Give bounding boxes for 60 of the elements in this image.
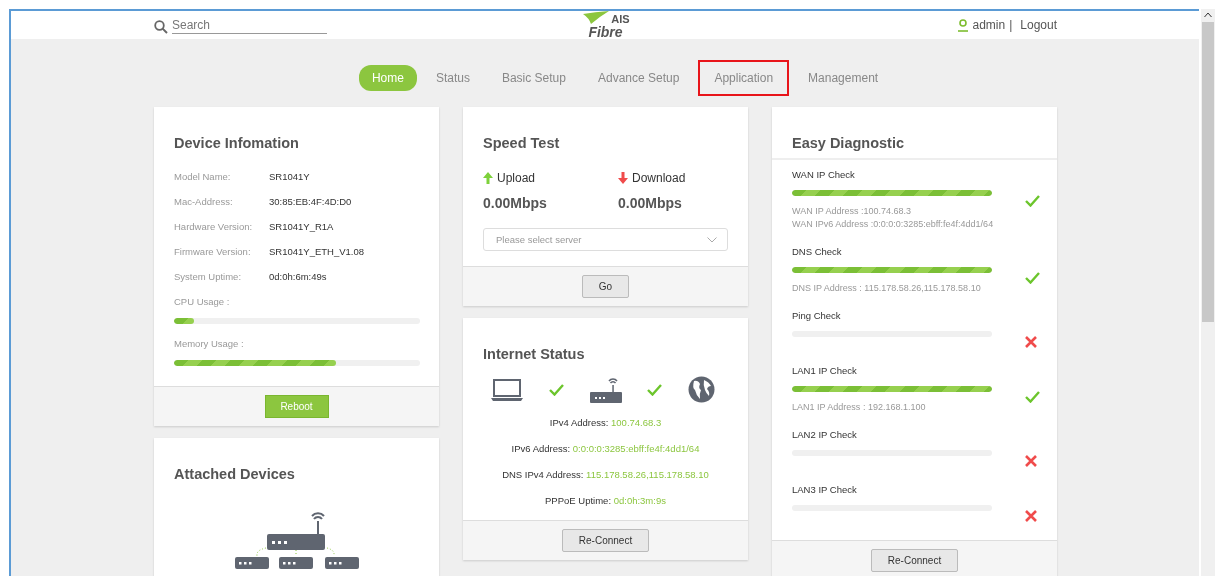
nav-tab[interactable]: Home [358,65,417,91]
download-label: Download [632,171,686,185]
card-title: Internet Status [482,345,586,364]
download-value: 0.00Mbps [618,195,683,211]
reconnect-button[interactable]: Re-Connect [870,549,959,572]
search-icon [154,19,168,34]
card-title: Speed Test [482,134,561,153]
laptop-icon [491,378,523,401]
chevron-down-icon [707,236,717,243]
field-label: Hardware Version: [174,221,254,232]
upload-label: Upload [497,171,536,185]
check-label: DNS Check [792,246,843,257]
status-line: IPv4 Address: 100.74.68.3 [549,417,662,428]
nav-tab[interactable]: Basic Setup [488,65,579,91]
separator: | [1009,18,1013,32]
go-button[interactable]: Go [581,275,630,298]
reconnect-button[interactable]: Re-Connect [561,529,650,552]
field-label: Firmware Version: [174,246,252,257]
usage-label: Memory Usage : [173,337,245,351]
check-detail: LAN1 IP Address : 192.168.1.100 [792,402,927,412]
logo: AIS Fibre [581,11,630,39]
field-label: Mac-Address: [174,196,234,207]
card-title: Device Infomation [173,134,300,153]
nav-tab[interactable]: Advance Setup [584,65,693,91]
check-label: WAN IP Check [792,169,856,180]
server-select[interactable]: Please select server [483,228,728,251]
card-title: Attached Devices [173,465,296,484]
upload-value: 0.00Mbps [483,195,548,211]
globe-icon [688,376,715,403]
scroll-up-icon[interactable] [1204,12,1212,18]
status-line: PPPoE Uptime: 0d:0h:3m:9s [545,495,666,506]
check-detail: WAN IPv6 Address :0:0:0:0:3285:ebff:fe4f:4dd1/64 [792,219,995,229]
card-title: Easy Diagnostic [772,107,1057,160]
username: admin [972,18,1006,32]
status-line: IPv6 Address: 0:0:0:0:3285:ebff:fe4f:4dd1/64 [511,443,700,454]
field-value: SR1041Y_ETH_V1.08 [269,246,365,257]
check-label: LAN2 IP Check [792,429,858,440]
nav-tab[interactable]: Application [698,60,790,96]
reboot-button[interactable]: Reboot [264,395,329,418]
check-label: LAN1 IP Check [792,365,858,376]
check-label: LAN3 IP Check [792,484,858,495]
field-value: 0d:0h:6m:49s [269,271,327,282]
field-value: 30:85:EB:4F:4D:D0 [269,196,352,207]
scrollbar[interactable] [1201,9,1215,576]
status-line: DNS IPv4 Address: 115.178.58.26,115.178.58.10 [502,469,709,480]
logout-link[interactable]: Logout [1020,18,1057,32]
nav-tab[interactable]: Status [422,65,483,91]
router-icon [589,376,622,403]
field-value: SR1041Y [269,171,310,182]
check-detail: WAN IP Address :100.74.68.3 [792,206,913,216]
field-label: System Uptime: [174,271,243,282]
usage-label: CPU Usage : [173,295,231,309]
nav-tab[interactable]: Management [795,65,892,91]
arrow-down-icon [618,172,628,184]
arrow-up-icon [483,172,493,184]
check-label: Ping Check [792,310,842,321]
user-icon [956,18,969,32]
check-detail: DNS IP Address : 115.178.58.26,115.178.58.10 [792,283,982,293]
field-label: Model Name: [174,171,232,182]
field-value: SR1041Y_R1A [269,221,334,232]
